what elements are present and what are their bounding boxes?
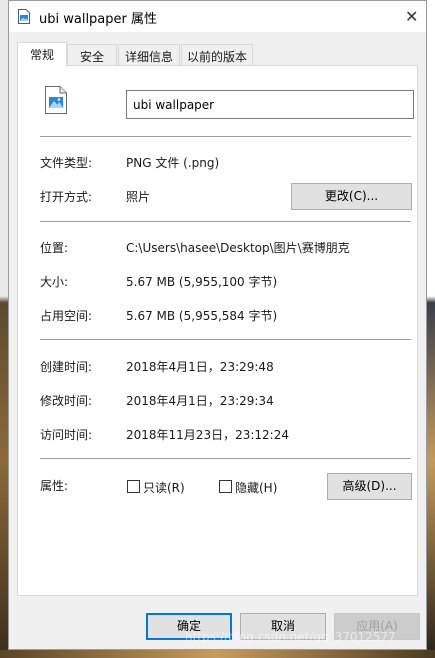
location-value: C:\Users\hasee\Desktop\图片\赛博朋克 bbox=[126, 241, 350, 255]
image-file-icon bbox=[18, 9, 30, 24]
desktop-background-bottom bbox=[0, 650, 435, 658]
size-value: 5.67 MB (5,955,100 字节) bbox=[126, 275, 278, 289]
divider bbox=[40, 136, 411, 137]
tab-strip: 常规 安全 详细信息 以前的版本 bbox=[17, 42, 417, 67]
location-label: 位置: bbox=[40, 241, 69, 255]
change-button[interactable]: 更改(C)... bbox=[291, 183, 412, 210]
readonly-label[interactable]: 只读(R) bbox=[143, 479, 185, 496]
size-label: 大小: bbox=[40, 275, 69, 289]
desktop-background-left bbox=[0, 0, 8, 658]
created-label: 创建时间: bbox=[40, 360, 93, 374]
file-type-value: PNG 文件 (.png) bbox=[126, 156, 220, 170]
opens-with-value: 照片 bbox=[126, 190, 151, 204]
properties-dialog: ubi wallpaper 属性 ✕ 常规 安全 详细信息 以前的版本 文件类型… bbox=[8, 0, 427, 650]
file-type-label: 文件类型: bbox=[40, 156, 93, 170]
size-on-disk-value: 5.67 MB (5,955,584 字节) bbox=[126, 309, 278, 323]
created-value: 2018年4月1日，23:29:48 bbox=[126, 360, 274, 374]
modified-label: 修改时间: bbox=[40, 394, 93, 408]
file-name-input[interactable] bbox=[126, 90, 414, 119]
desktop-background-right bbox=[427, 0, 435, 658]
attributes-label: 属性: bbox=[40, 479, 69, 493]
modified-value: 2018年4月1日，23:29:34 bbox=[126, 394, 274, 408]
image-file-icon bbox=[45, 86, 67, 114]
hidden-checkbox[interactable] bbox=[219, 480, 232, 493]
close-icon: ✕ bbox=[405, 7, 419, 26]
divider bbox=[40, 339, 411, 340]
tab-previous-versions[interactable]: 以前的版本 bbox=[181, 44, 253, 66]
accessed-label: 访问时间: bbox=[40, 428, 93, 442]
general-tab-panel: 文件类型: PNG 文件 (.png) 打开方式: 照片 更改(C)... 位置… bbox=[17, 65, 418, 596]
readonly-checkbox[interactable] bbox=[127, 480, 140, 493]
hidden-label[interactable]: 隐藏(H) bbox=[235, 479, 277, 496]
divider bbox=[40, 458, 411, 459]
close-button[interactable]: ✕ bbox=[394, 1, 426, 32]
tab-details[interactable]: 详细信息 bbox=[118, 44, 180, 66]
divider bbox=[40, 221, 411, 222]
size-on-disk-label: 占用空间: bbox=[40, 309, 93, 323]
tab-security[interactable]: 安全 bbox=[67, 44, 117, 66]
advanced-button[interactable]: 高级(D)... bbox=[327, 473, 412, 500]
accessed-value: 2018年11月23日，23:12:24 bbox=[126, 428, 289, 442]
watermark-text: https://blog.csdn.net/qq_37012577 bbox=[185, 630, 396, 644]
tab-general[interactable]: 常规 bbox=[17, 42, 67, 67]
window-title: ubi wallpaper 属性 bbox=[39, 12, 158, 27]
opens-with-label: 打开方式: bbox=[40, 190, 93, 204]
title-bar[interactable]: ubi wallpaper 属性 ✕ bbox=[9, 1, 426, 32]
